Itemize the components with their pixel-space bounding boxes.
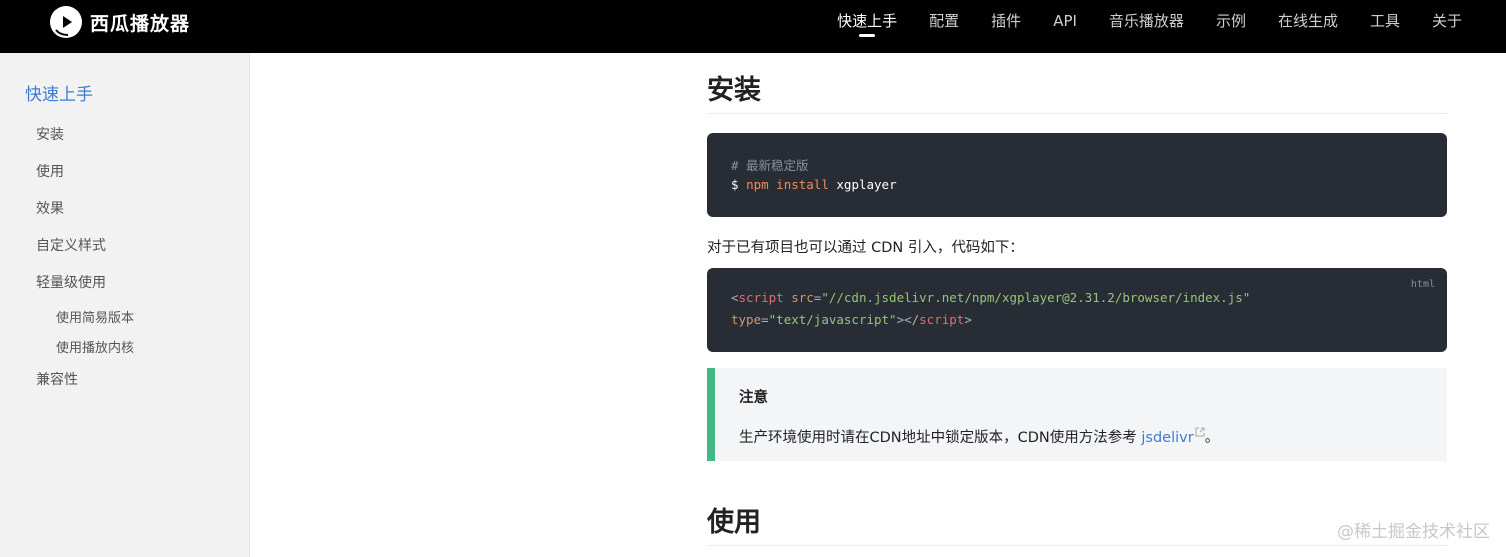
top-navbar: 西瓜播放器 快速上手 配置 插件 API 音乐播放器 示例 在线生成 工具 关于 bbox=[0, 0, 1506, 53]
cdn-intro-text: 对于已有项目也可以通过 CDN 引入，代码如下： bbox=[707, 240, 1024, 256]
jsdelivr-link[interactable]: jsdelivr bbox=[1141, 430, 1193, 446]
code-lang-label: html bbox=[1410, 279, 1435, 290]
sidebar-title[interactable]: 快速上手 bbox=[25, 80, 93, 105]
nav-item-music-player[interactable]: 音乐播放器 bbox=[1109, 0, 1184, 53]
nav-item-quickstart[interactable]: 快速上手 bbox=[837, 0, 897, 53]
sidebar-item-lightweight[interactable]: 轻量级使用 bbox=[36, 272, 106, 292]
tip-text: 生产环境使用时请在CDN地址中锁定版本，CDN使用方法参考 jsdelivr。 bbox=[739, 425, 1219, 447]
sidebar-item-usage[interactable]: 使用 bbox=[36, 161, 64, 181]
section-title-install: 安装 bbox=[707, 68, 1447, 114]
sidebar-item-compatibility[interactable]: 兼容性 bbox=[36, 369, 78, 389]
sidebar: 快速上手 安装 使用 效果 自定义样式 轻量级使用 使用简易版本 使用播放内核 … bbox=[0, 53, 250, 557]
section-title-usage: 使用 bbox=[707, 500, 1447, 546]
nav-item-api[interactable]: API bbox=[1053, 0, 1077, 53]
sidebar-subitem-simple-version[interactable]: 使用简易版本 bbox=[56, 307, 134, 326]
code-script-line-2: type="text/javascript"></script> bbox=[731, 312, 972, 327]
sidebar-item-custom-style[interactable]: 自定义样式 bbox=[36, 235, 106, 255]
tip-callout: 注意 生产环境使用时请在CDN地址中锁定版本，CDN使用方法参考 jsdeliv… bbox=[707, 368, 1447, 461]
sidebar-item-effect[interactable]: 效果 bbox=[36, 198, 64, 218]
sidebar-subitem-core[interactable]: 使用播放内核 bbox=[56, 337, 134, 356]
code-comment: # 最新稳定版 bbox=[731, 158, 809, 173]
nav-item-plugins[interactable]: 插件 bbox=[991, 0, 1021, 53]
xigua-logo-icon bbox=[50, 6, 82, 38]
brand-name: 西瓜播放器 bbox=[90, 12, 191, 35]
watermark: @稀土掘金技术社区 bbox=[1337, 522, 1490, 542]
nav-item-online-generate[interactable]: 在线生成 bbox=[1278, 0, 1338, 53]
tip-title: 注意 bbox=[739, 390, 768, 406]
sidebar-item-install[interactable]: 安装 bbox=[36, 124, 64, 144]
nav-item-config[interactable]: 配置 bbox=[929, 0, 959, 53]
external-link-icon bbox=[1195, 425, 1205, 441]
brand[interactable]: 西瓜播放器 bbox=[50, 6, 190, 38]
code-install-command: $ npm install xgplayer bbox=[731, 177, 897, 192]
main-nav: 快速上手 配置 插件 API 音乐播放器 示例 在线生成 工具 关于 bbox=[805, 0, 1462, 53]
nav-item-about[interactable]: 关于 bbox=[1432, 0, 1462, 53]
code-block-cdn: html <script src="//cdn.jsdelivr.net/npm… bbox=[707, 268, 1447, 352]
nav-item-tools[interactable]: 工具 bbox=[1370, 0, 1400, 53]
nav-item-examples[interactable]: 示例 bbox=[1216, 0, 1246, 53]
code-script-line-1: <script src="//cdn.jsdelivr.net/npm/xgpl… bbox=[731, 290, 1251, 305]
code-block-install: # 最新稳定版 $ npm install xgplayer bbox=[707, 133, 1447, 217]
